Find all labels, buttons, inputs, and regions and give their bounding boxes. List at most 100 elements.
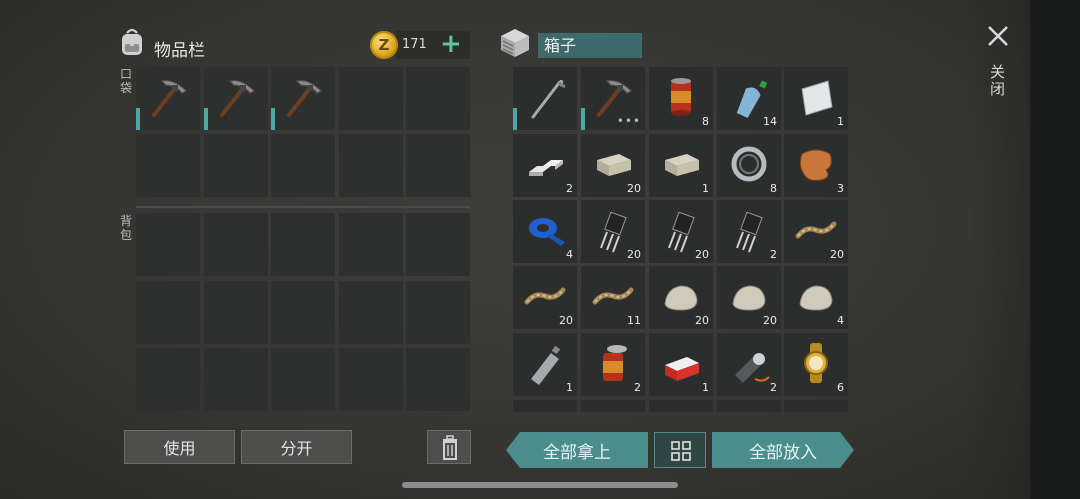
box-slot[interactable]: 1 (649, 333, 713, 396)
rock-icon (799, 285, 833, 311)
box-slot[interactable]: 4 (784, 266, 848, 329)
box-slot[interactable]: 1 (649, 134, 713, 197)
backpack-slot[interactable] (339, 213, 403, 276)
add-coins-button[interactable]: + (440, 28, 462, 60)
aluminum-ingot-icon (529, 160, 563, 176)
pocket-slot[interactable] (339, 134, 403, 197)
backpack-slot[interactable] (136, 348, 200, 411)
box-slot[interactable] (649, 400, 713, 412)
pocket-slot[interactable] (271, 67, 335, 130)
box-slot[interactable]: 3 (784, 134, 848, 197)
item-count: 11 (627, 314, 641, 327)
screen-edge (1030, 0, 1080, 499)
take-all-button[interactable]: 全部拿上 (506, 432, 648, 468)
item-count: 1 (837, 115, 844, 128)
item-count: 20 (695, 248, 709, 261)
box-slot[interactable]: 20 (717, 266, 781, 329)
box-slot[interactable]: 20 (784, 200, 848, 263)
item-count: 8 (770, 182, 777, 195)
box-icon (501, 29, 529, 57)
box-slot[interactable]: 20 (649, 200, 713, 263)
sort-button[interactable] (654, 432, 706, 468)
box-slot[interactable]: ••• (581, 67, 645, 130)
pickaxe-icon (287, 80, 322, 117)
box-slot[interactable]: 4 (513, 200, 577, 263)
rope-icon (592, 287, 634, 305)
split-button[interactable]: 分开 (241, 430, 352, 464)
box-slot[interactable] (784, 400, 848, 412)
box-slot[interactable]: 6 (784, 333, 848, 396)
box-slot[interactable]: 2 (717, 333, 781, 396)
backpack-slot[interactable] (339, 281, 403, 344)
durability-bar (581, 108, 585, 130)
backpack-slot[interactable] (271, 281, 335, 344)
box-slot[interactable]: 8 (717, 134, 781, 197)
box-slot[interactable]: 2 (513, 134, 577, 197)
box-slot[interactable] (717, 400, 781, 412)
grid-sort-icon (671, 441, 691, 461)
item-count: 20 (627, 248, 641, 261)
backpack-slot[interactable] (136, 213, 200, 276)
backpack-slot[interactable] (204, 281, 268, 344)
trash-button[interactable] (427, 430, 471, 464)
pocket-label: 口袋 (120, 67, 133, 95)
close-label[interactable]: 关闭 (990, 64, 1006, 98)
transistor-icon (668, 211, 695, 253)
item-count: 20 (695, 314, 709, 327)
pocket-slot[interactable] (339, 67, 403, 130)
pocket-slot[interactable] (136, 134, 200, 197)
item-count: 4 (837, 314, 844, 327)
stone-brick-icon (665, 154, 699, 176)
pocket-slot[interactable] (136, 67, 200, 130)
durability-bar (136, 108, 140, 130)
flashlight-icon (735, 353, 770, 383)
box-slot[interactable] (581, 400, 645, 412)
backpack-slot[interactable] (204, 348, 268, 411)
backpack-slot[interactable] (271, 213, 335, 276)
inventory-title: 物品栏 (154, 41, 205, 61)
item-count: 14 (763, 115, 777, 128)
item-count: 20 (559, 314, 573, 327)
box-slot[interactable] (513, 400, 577, 412)
backpack-slot[interactable] (271, 348, 335, 411)
pocket-slot[interactable] (406, 134, 470, 197)
backpack-slot[interactable] (406, 348, 470, 411)
pocket-slot[interactable] (406, 67, 470, 130)
backpack-slot[interactable] (406, 281, 470, 344)
box-slot[interactable]: 1 (784, 67, 848, 130)
backpack-slot[interactable] (406, 213, 470, 276)
home-indicator[interactable] (402, 482, 678, 488)
pocket-slot[interactable] (271, 134, 335, 197)
rock-icon (664, 285, 698, 311)
item-count: 20 (830, 248, 844, 261)
box-slot[interactable]: 20 (581, 134, 645, 197)
box-slot[interactable]: 8 (649, 67, 713, 130)
item-count: 2 (770, 381, 777, 394)
use-button[interactable]: 使用 (124, 430, 235, 464)
durability-bar (204, 108, 208, 130)
box-slot[interactable]: 20 (581, 200, 645, 263)
box-slot[interactable]: 2 (717, 200, 781, 263)
backpack-slot[interactable] (136, 281, 200, 344)
close-icon[interactable] (986, 24, 1010, 48)
item-count: 2 (770, 248, 777, 261)
pocket-slot[interactable] (204, 67, 268, 130)
backpack-slot[interactable] (204, 213, 268, 276)
coin-count: 171 (402, 37, 427, 52)
box-slot[interactable]: 11 (581, 266, 645, 329)
box-slot[interactable] (513, 67, 577, 130)
put-all-button[interactable]: 全部放入 (712, 432, 854, 468)
pickaxe-icon (152, 80, 187, 117)
box-slot[interactable]: 20 (649, 266, 713, 329)
item-count: 4 (566, 248, 573, 261)
box-slot[interactable]: 2 (581, 333, 645, 396)
pocket-slot[interactable] (204, 134, 268, 197)
item-count: 6 (837, 381, 844, 394)
box-slot[interactable]: 20 (513, 266, 577, 329)
stone-brick-icon (597, 154, 631, 176)
box-slot[interactable]: 1 (513, 333, 577, 396)
box-slot[interactable]: 14 (717, 67, 781, 130)
box-title: 箱子 (538, 33, 642, 58)
backpack-slot[interactable] (339, 348, 403, 411)
item-count: 2 (634, 381, 641, 394)
